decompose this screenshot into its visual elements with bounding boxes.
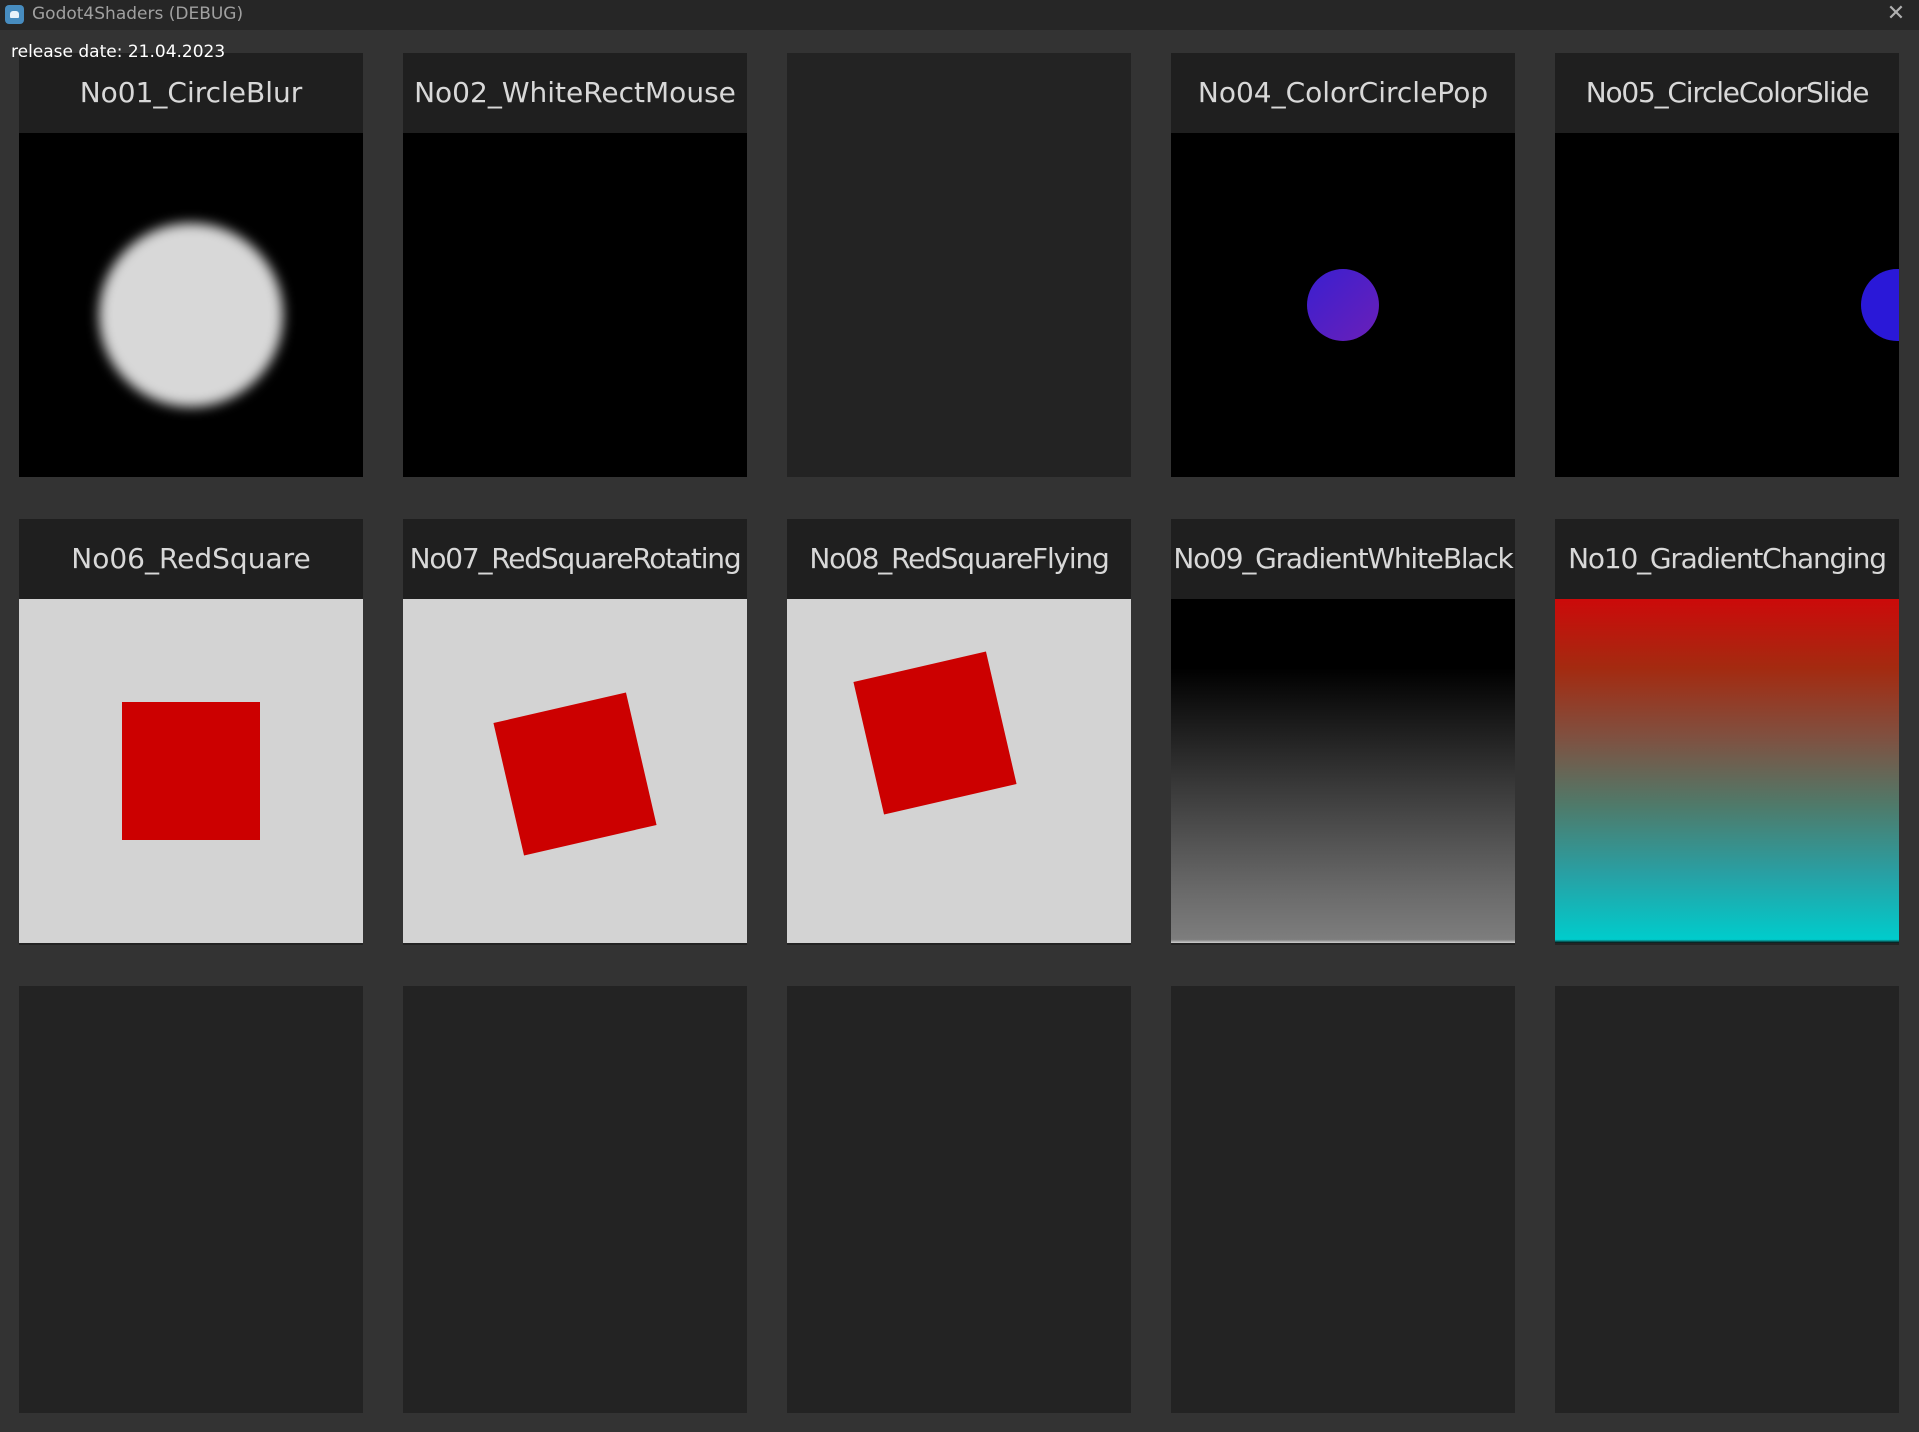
shader-card-no08[interactable]: No08_RedSquareFlying [787,519,1131,945]
shader-card-empty[interactable] [19,986,363,1413]
card-title: No09_GradientWhiteBlack [1171,519,1515,599]
card-title: No02_WhiteRectMouse [403,53,747,133]
shader-card-no06[interactable]: No06_RedSquare [19,519,363,945]
shader-card-empty[interactable] [1171,986,1515,1413]
blue-circle [1861,269,1899,341]
shader-preview [1555,133,1899,477]
shader-preview [403,133,747,477]
shader-card-no01[interactable]: No01_CircleBlur [19,53,363,477]
close-button[interactable]: ✕ [1873,0,1919,30]
shader-preview [403,599,747,943]
shader-card-empty[interactable] [787,986,1131,1413]
shader-card-no05[interactable]: No05_CircleColorSlide [1555,53,1899,477]
shader-preview [787,599,1131,943]
red-square [122,702,260,840]
shader-preview [1171,599,1515,943]
rotating-red-square [493,692,657,856]
shader-preview [19,133,363,477]
card-title: No07_RedSquareRotating [403,519,747,599]
card-title: No01_CircleBlur [19,53,363,133]
shader-card-no04[interactable]: No04_ColorCirclePop [1171,53,1515,477]
flying-red-square [853,651,1017,815]
blurred-circle [99,223,283,407]
window-titlebar: Godot4Shaders (DEBUG) ✕ [0,0,1919,30]
release-date-label: release date: 21.04.2023 [11,42,226,62]
card-title: No08_RedSquareFlying [787,519,1131,599]
shader-preview [1555,599,1899,943]
card-title: No10_GradientChanging [1555,519,1899,599]
shader-preview [1171,133,1515,477]
window-title: Godot4Shaders (DEBUG) [32,4,244,24]
shader-card-empty[interactable] [1555,986,1899,1413]
shader-card-no07[interactable]: No07_RedSquareRotating [403,519,747,945]
card-title: No05_CircleColorSlide [1555,53,1899,133]
godot-icon [5,5,24,24]
shader-card-empty[interactable] [787,53,1131,477]
shader-card-no02[interactable]: No02_WhiteRectMouse [403,53,747,477]
purple-circle [1307,269,1379,341]
card-title: No04_ColorCirclePop [1171,53,1515,133]
shader-card-no09[interactable]: No09_GradientWhiteBlack [1171,519,1515,945]
shader-card-no10[interactable]: No10_GradientChanging [1555,519,1899,945]
card-title: No06_RedSquare [19,519,363,599]
shader-preview [19,599,363,943]
shader-card-empty[interactable] [403,986,747,1413]
